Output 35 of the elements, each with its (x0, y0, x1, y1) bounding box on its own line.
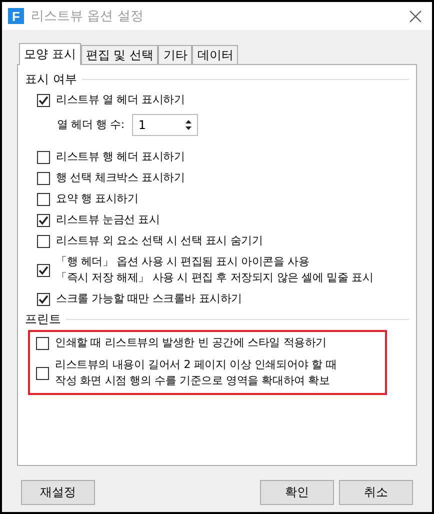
checkbox[interactable] (37, 214, 50, 226)
tab[interactable]: 기타 (158, 45, 192, 64)
checkbox[interactable] (37, 192, 50, 206)
checkbox[interactable] (36, 366, 49, 380)
checkbox[interactable] (36, 336, 49, 350)
app-logo: F (8, 8, 24, 24)
checkbox[interactable] (37, 234, 50, 248)
checkbox[interactable] (37, 94, 50, 106)
checkbox[interactable] (37, 172, 50, 184)
checkbox-label: 리스트뷰 외 요소 선택 시 선택 표시 숨기기 (56, 233, 263, 249)
tab[interactable]: 데이터 (192, 45, 238, 64)
checkbox-label: 「행 헤더」 옵션 사용 시 편집됨 표시 아이콘을 사용 「즉시 저장 해제」 사용 시 편집 후 저장되지 않은 셀에 밑줄 표시 (56, 254, 374, 286)
checkbox-label: 스크롤 가능할 때만 스크롤바 표시하기 (56, 291, 242, 307)
checkbox-label: 리스트뷰 행 헤더 표시하기 (56, 149, 185, 165)
window-title: 리스트뷰 옵션 설정 (31, 8, 144, 25)
dialog-button[interactable]: 확인 (260, 480, 334, 505)
dialog-button[interactable]: 취소 (339, 480, 413, 505)
checkbox-label: 리스트뷰의 내용이 길어서 2 페이지 이상 인쇄되어야 할 때 작성 화면 시점 행의 수를 기준으로 영역을 확대하여 확보 (55, 357, 337, 389)
checkbox-label: 리스트뷰 열 헤더 표시하기 (56, 92, 185, 108)
checkbox-label: 리스트뷰 눈금선 표시 (56, 212, 160, 228)
checkbox-label: 요약 행 표시하기 (56, 191, 138, 207)
checkbox-label: 인쇄할 때 리스트뷰의 발생한 빈 공간에 스타일 적용하기 (55, 335, 326, 351)
checkbox[interactable] (37, 292, 50, 306)
checkbox[interactable] (37, 264, 50, 276)
checkbox-label: 행 선택 체크박스 표시하기 (56, 170, 185, 186)
field-label: 열 헤더 행 수: (57, 117, 124, 133)
tab[interactable]: 편집 및 선택 (80, 45, 158, 64)
section-title: 프린트 (25, 311, 61, 328)
checkbox[interactable] (37, 150, 50, 164)
close-icon[interactable] (409, 10, 422, 22)
tab[interactable]: 모양 표시 (19, 43, 81, 65)
section-title: 표시 여부 (25, 71, 77, 88)
number-spinner[interactable]: 1 (132, 114, 198, 136)
spin-arrows-icon[interactable] (185, 119, 192, 131)
dialog-button[interactable]: 재설정 (21, 480, 95, 505)
